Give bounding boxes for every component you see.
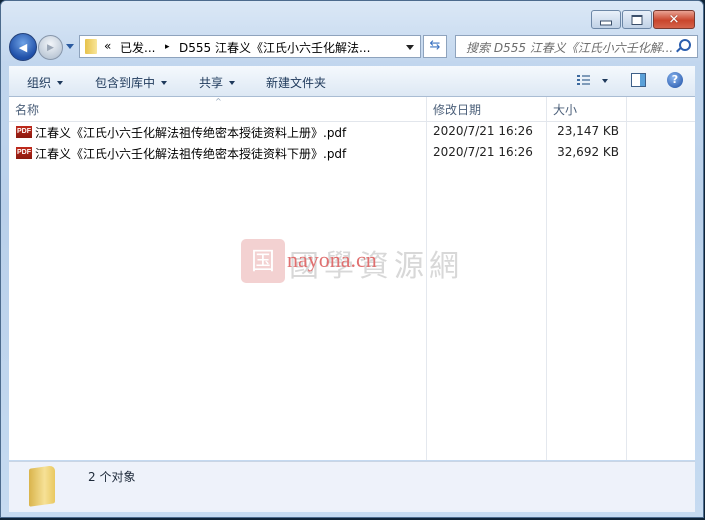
command-bar: 组织 包含到库中 共享 新建文件夹 ? bbox=[9, 66, 695, 97]
new-folder-button[interactable]: 新建文件夹 bbox=[266, 74, 326, 91]
address-overflow[interactable]: « bbox=[104, 39, 111, 53]
forward-arrow-icon: ▶ bbox=[47, 43, 54, 53]
breadcrumb-segment-1[interactable]: 已发... bbox=[120, 39, 155, 56]
maximize-button[interactable] bbox=[622, 10, 652, 29]
explorer-window: ✕ ◀ ▶ « 已发... ▸ D555 江春义《江氏小六壬化解法... ⇆ 搜… bbox=[0, 0, 704, 518]
minimize-icon bbox=[600, 20, 612, 25]
window-controls: ✕ bbox=[591, 10, 695, 29]
column-header: ^ 名称 修改日期 大小 bbox=[9, 97, 695, 122]
file-name[interactable]: 江春义《江氏小六壬化解法祖传绝密本授徒资料下册》.pdf bbox=[35, 145, 346, 162]
file-size: 32,692 KB bbox=[557, 145, 619, 159]
close-icon: ✕ bbox=[668, 12, 680, 27]
share-label: 共享 bbox=[199, 76, 224, 90]
back-arrow-icon: ◀ bbox=[18, 41, 28, 54]
file-list: ^ 名称 修改日期 大小 PDF 江春义《江氏小六壬化解法祖传绝密本授徒资料上册… bbox=[9, 97, 695, 460]
back-button[interactable]: ◀ bbox=[9, 33, 37, 61]
watermark-logo-icon: 国 bbox=[241, 239, 285, 283]
search-input[interactable]: 搜索 D555 江春义《江氏小六壬化解... bbox=[466, 39, 673, 56]
refresh-button[interactable]: ⇆ bbox=[423, 35, 447, 58]
close-button[interactable]: ✕ bbox=[653, 10, 695, 29]
sort-ascending-icon: ^ bbox=[215, 97, 222, 106]
chevron-down-icon bbox=[229, 81, 236, 85]
help-icon[interactable]: ? bbox=[667, 72, 683, 88]
recent-pages-dropdown[interactable] bbox=[66, 44, 74, 49]
new-folder-label: 新建文件夹 bbox=[266, 76, 327, 90]
watermark: 国 國學資源網 nayona.cn bbox=[241, 237, 481, 287]
organize-button[interactable]: 组织 bbox=[27, 74, 64, 91]
file-date: 2020/7/21 16:26 bbox=[433, 124, 533, 138]
preview-pane-icon[interactable] bbox=[631, 73, 646, 87]
file-size: 23,147 KB bbox=[557, 124, 619, 138]
breadcrumb-separator-icon[interactable]: ▸ bbox=[165, 42, 170, 52]
include-in-library-button[interactable]: 包含到库中 bbox=[95, 74, 168, 91]
column-name[interactable]: 名称 bbox=[15, 101, 39, 118]
details-pane: 2 个对象 bbox=[9, 461, 695, 512]
chevron-down-icon bbox=[57, 81, 64, 85]
minimize-button[interactable] bbox=[591, 10, 621, 29]
organize-label: 组织 bbox=[27, 76, 52, 90]
navigation-bar: ◀ ▶ « 已发... ▸ D555 江春义《江氏小六壬化解法... ⇆ 搜索 … bbox=[9, 33, 698, 61]
file-date: 2020/7/21 16:26 bbox=[433, 145, 533, 159]
file-name[interactable]: 江春义《江氏小六壬化解法祖传绝密本授徒资料上册》.pdf bbox=[35, 124, 346, 141]
column-size[interactable]: 大小 bbox=[553, 101, 577, 118]
file-row[interactable]: PDF 江春义《江氏小六壬化解法祖传绝密本授徒资料上册》.pdf 2020/7/… bbox=[9, 121, 695, 142]
folder-icon bbox=[85, 39, 97, 54]
refresh-icon: ⇆ bbox=[429, 38, 441, 53]
pdf-file-icon: PDF bbox=[16, 147, 32, 159]
address-dropdown-icon[interactable] bbox=[406, 45, 414, 50]
include-in-library-label: 包含到库中 bbox=[95, 76, 156, 90]
item-count: 2 个对象 bbox=[88, 470, 136, 484]
search-icon[interactable] bbox=[679, 39, 691, 51]
share-button[interactable]: 共享 bbox=[199, 74, 236, 91]
view-options-dropdown[interactable] bbox=[602, 79, 608, 83]
maximize-icon bbox=[631, 14, 643, 25]
breadcrumb-segment-2[interactable]: D555 江春义《江氏小六壬化解法... bbox=[179, 39, 370, 56]
chevron-down-icon bbox=[161, 81, 168, 85]
watermark-url-text: nayona.cn bbox=[287, 247, 377, 272]
forward-button[interactable]: ▶ bbox=[38, 35, 63, 60]
address-bar[interactable]: « 已发... ▸ D555 江春义《江氏小六壬化解法... bbox=[79, 35, 421, 58]
pdf-file-icon: PDF bbox=[16, 126, 32, 138]
search-box[interactable]: 搜索 D555 江春义《江氏小六壬化解... bbox=[455, 35, 698, 58]
folder-icon bbox=[29, 465, 55, 507]
change-view-icon[interactable] bbox=[577, 75, 590, 86]
column-date-modified[interactable]: 修改日期 bbox=[433, 101, 481, 118]
file-row[interactable]: PDF 江春义《江氏小六壬化解法祖传绝密本授徒资料下册》.pdf 2020/7/… bbox=[9, 142, 695, 163]
